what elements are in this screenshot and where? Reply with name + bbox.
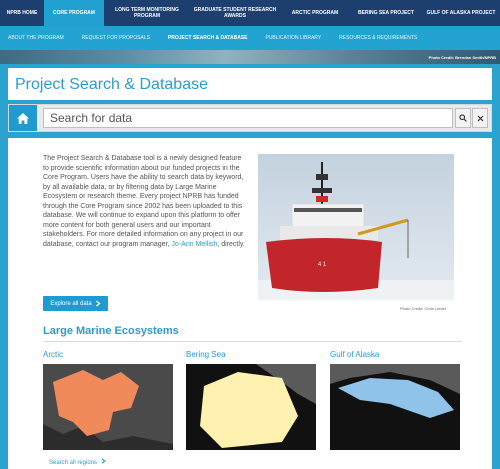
banner-photo: Photo Credit: Brendan Smith/NPRB — [0, 50, 500, 64]
subnav-about[interactable]: About the Program — [8, 35, 64, 41]
region-link-bering-sea[interactable]: Bering Sea — [186, 350, 226, 359]
subnav-project-search[interactable]: Project Search & Database — [168, 35, 248, 41]
region-link-gulf-of-alaska[interactable]: Gulf of Alaska — [330, 350, 379, 359]
explore-all-data-button[interactable]: Explore all data — [43, 296, 108, 311]
search-all-regions-label: Search all regions — [49, 460, 98, 466]
chevron-right-icon — [101, 458, 106, 464]
title-box: Project Search & Database — [8, 68, 492, 100]
intro-text-end: , directly. — [217, 240, 245, 248]
nav-nprb-home[interactable]: NPRB HOME — [0, 0, 44, 26]
intro-paragraph: The Project Search & Database tool is a … — [43, 154, 246, 249]
close-icon — [477, 115, 483, 121]
intro-text: The Project Search & Database tool is a … — [43, 155, 244, 248]
nav-graduate-student-awards[interactable]: GRADUATE STUDENT RESEARCH AWARDS — [190, 0, 280, 26]
lme-heading: Large Marine Ecosystems — [43, 325, 179, 337]
map-bering-sea[interactable] — [186, 364, 316, 450]
main-content: The Project Search & Database tool is a … — [8, 138, 492, 469]
svg-text:4 1: 4 1 — [318, 262, 327, 268]
map-gulf-of-alaska[interactable] — [330, 364, 460, 450]
search-button[interactable] — [455, 108, 471, 128]
clear-button[interactable] — [472, 108, 488, 128]
nav-bering-sea-project[interactable]: BERING SEA PROJECT — [350, 0, 422, 26]
bering-sea-region-shape — [200, 372, 298, 448]
chevron-right-icon — [95, 300, 101, 307]
photo-credit: Photo Credit: Chris Linder — [400, 306, 447, 311]
sub-navigation: About the Program Request for Proposals … — [0, 26, 500, 50]
map-arctic[interactable] — [43, 364, 173, 450]
top-navigation: NPRB HOME CORE PROGRAM LONG TERM MONITOR… — [0, 0, 500, 26]
program-manager-link[interactable]: Jo-Ann Mellish — [171, 241, 217, 248]
nav-arctic-program[interactable]: ARCTIC PROGRAM — [280, 0, 350, 26]
ship-photo: 4 1 — [258, 154, 454, 300]
nav-core-program[interactable]: CORE PROGRAM — [44, 0, 104, 26]
explore-button-label: Explore all data — [50, 300, 92, 307]
home-button[interactable] — [9, 105, 37, 131]
nav-gulf-of-alaska-project[interactable]: GULF OF ALASKA PROJECT — [422, 0, 500, 26]
subnav-resources[interactable]: Resources & Requirements — [339, 35, 417, 41]
search-all-regions-link[interactable]: Search all regions — [49, 458, 106, 466]
banner-photo-credit: Photo Credit: Brendan Smith/NPRB — [428, 55, 496, 60]
subnav-publication-library[interactable]: Publication Library — [265, 35, 321, 41]
search-bar — [8, 104, 492, 132]
region-link-arctic[interactable]: Arctic — [43, 350, 63, 359]
home-icon — [17, 112, 29, 124]
lme-divider — [43, 341, 462, 342]
search-icon — [459, 114, 467, 122]
search-input[interactable] — [43, 108, 453, 128]
nav-long-term-monitoring[interactable]: LONG TERM MONITORING PROGRAM — [104, 0, 190, 26]
subnav-request-proposals[interactable]: Request for Proposals — [82, 35, 150, 41]
page-title: Project Search & Database — [15, 76, 208, 93]
